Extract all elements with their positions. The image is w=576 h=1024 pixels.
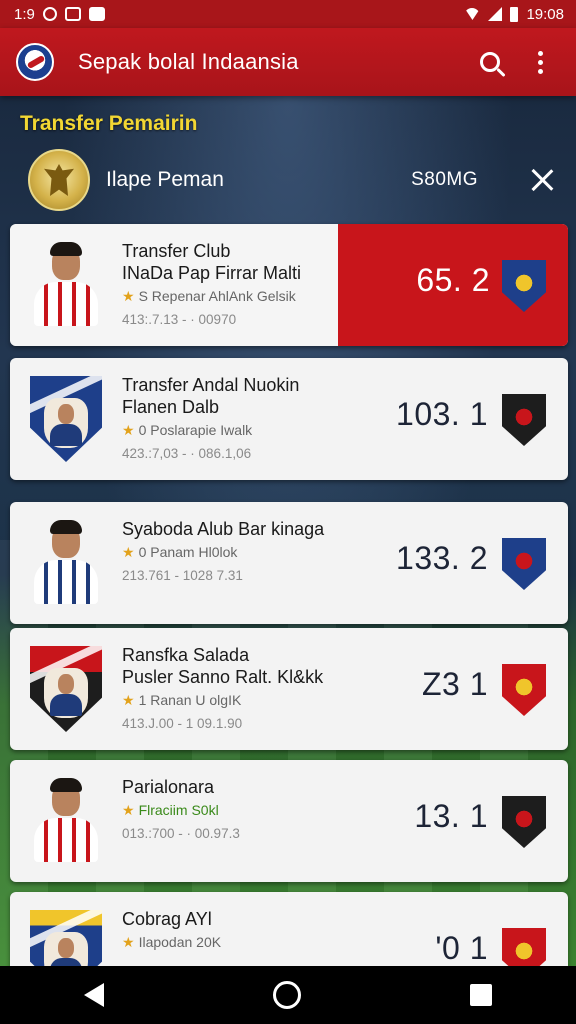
card-rating: ★ 0 Poslarapie Iwalk [122,420,342,440]
status-right: 19:08 [464,6,564,23]
transfer-card[interactable]: Transfer Andal Nuokin Flanen Dalb ★ 0 Posla… [10,358,568,480]
player-photo [30,520,102,606]
card-rating-text: 0 Panam Hl0lok [138,544,238,560]
card-title: Transfer Club [122,241,231,261]
transfer-card[interactable]: Transfer Club INaDa Pap Firrar Malti ★ S Re… [10,224,568,346]
star-icon: ★ [122,934,135,950]
status-left: 1:9 [14,6,105,23]
club-badge-photo [30,910,102,972]
card-date: 423.:7,03 - · 086.1,06 [122,446,252,461]
card-text: Transfer Andal Nuokin Flanen Dalb ★ 0 Posla… [122,374,342,464]
transfer-card[interactable]: Syaboda Alub Bar kinaga ★ 0 Panam Hl0lok 21… [10,502,568,624]
star-icon: ★ [122,288,135,304]
overflow-menu-button[interactable] [520,42,560,82]
battery-icon [510,6,519,22]
signal-icon [488,7,503,21]
transfer-value: '0 1 [435,930,488,966]
transfer-card[interactable]: Cobrag AYl ★ Ilapodan 20K '0 1 [10,892,568,972]
image-icon [64,7,81,21]
card-rating: ★ Ilapodan 20K [122,932,342,952]
star-icon: ★ [122,544,135,560]
club-badge-photo [30,376,102,462]
club-crest-icon [502,796,546,848]
card-text: Cobrag AYl ★ Ilapodan 20K [122,908,342,952]
card-title: Syaboda Alub Bar kinaga [122,519,325,539]
card-text: Parialonara ★ Flraciim S0kl 013.:700 - · 00… [122,776,342,844]
card-subtitle: Flanen Dalb [122,397,220,417]
recents-icon[interactable] [469,984,492,1006]
card-date: 013.:700 - · 00.97.3 [122,826,240,841]
status-time-right: 19:08 [526,5,564,23]
card-rating: ★ Flraciim S0kl [122,800,342,820]
system-nav-bar [0,966,576,1024]
transfer-value: 133. 2 [396,540,488,576]
card-date: 213.761 - 1028 7.31 [122,568,243,583]
club-crest-icon [502,394,546,446]
card-rating: ★ 0 Panam Hl0lok [122,542,342,562]
card-date: 413:.7.13 - · 00970 [122,312,237,327]
app-bar: Sepak bolal Indaansia [0,28,576,96]
star-icon: ★ [122,422,135,438]
transfer-card[interactable]: Ransfka Salada Pusler Sanno Ralt. Kl&kk ★ 1… [10,628,568,750]
star-icon: ★ [122,802,135,818]
app-logo-icon [16,43,54,81]
club-crest-icon [502,538,546,590]
transfer-value: 13. 1 [414,798,488,834]
transfer-value: 65. 2 [416,262,490,298]
card-rating-text: S Repenar AhlAnk Gelsik [138,288,296,304]
card-rating-text: 0 Poslarapie Iwalk [138,422,253,438]
header-code: S80MG [411,169,478,190]
garuda-emblem-icon [28,149,90,211]
status-bar: 1:9 19:08 [0,0,576,28]
transfer-value: Z3 1 [421,666,488,702]
card-title: Ransfka Salada [122,645,250,665]
card-subtitle: Pusler Sanno Ralt. Kl&kk [122,667,324,687]
card-title: Transfer Andal Nuokin [122,375,300,395]
section-title: Transfer Pemairin [20,112,198,135]
wifi-icon [464,8,481,20]
card-rating-text: Flraciim S0kl [138,802,219,818]
transfer-value: 103. 1 [396,396,488,432]
transfer-card[interactable]: Parialonara ★ Flraciim S0kl 013.:700 - · 00… [10,760,568,882]
card-title: Parialonara [122,777,215,797]
card-date: 413.J.00 - 1 09.1.90 [122,716,243,731]
search-button[interactable] [470,42,510,82]
card-text: Transfer Club INaDa Pap Firrar Malti ★ S Re… [122,240,342,330]
filter-header: Ilape Peman S80MG [20,142,560,218]
player-photo [30,242,102,328]
card-subtitle: INaDa Pap Firrar Malti [122,263,302,283]
search-icon [480,52,500,72]
card-text: Syaboda Alub Bar kinaga ★ 0 Panam Hl0lok 21… [122,518,342,586]
club-crest-icon [502,664,546,716]
home-icon[interactable] [272,981,301,1009]
back-icon[interactable] [84,983,105,1007]
player-photo [30,778,102,864]
card-rating: ★ 1 Ranan U olgIK [122,690,342,710]
club-badge-photo [30,646,102,732]
card-title: Cobrag AYl [122,909,212,929]
more-vert-icon [537,50,543,74]
star-icon: ★ [122,692,135,708]
status-time-left: 1:9 [14,5,35,23]
notification-icon [42,7,57,21]
card-rating-text: Ilapodan 20K [138,934,222,950]
close-icon[interactable] [530,168,554,192]
card-rating-text: 1 Ranan U olgIK [138,692,242,708]
header-name: Ilape Peman [106,168,224,191]
app-notification-icon [88,7,105,21]
card-text: Ransfka Salada Pusler Sanno Ralt. Kl&kk ★ 1… [122,644,342,734]
card-rating: ★ S Repenar AhlAnk Gelsik [122,286,342,306]
app-title: Sepak bolal Indaansia [78,49,299,74]
